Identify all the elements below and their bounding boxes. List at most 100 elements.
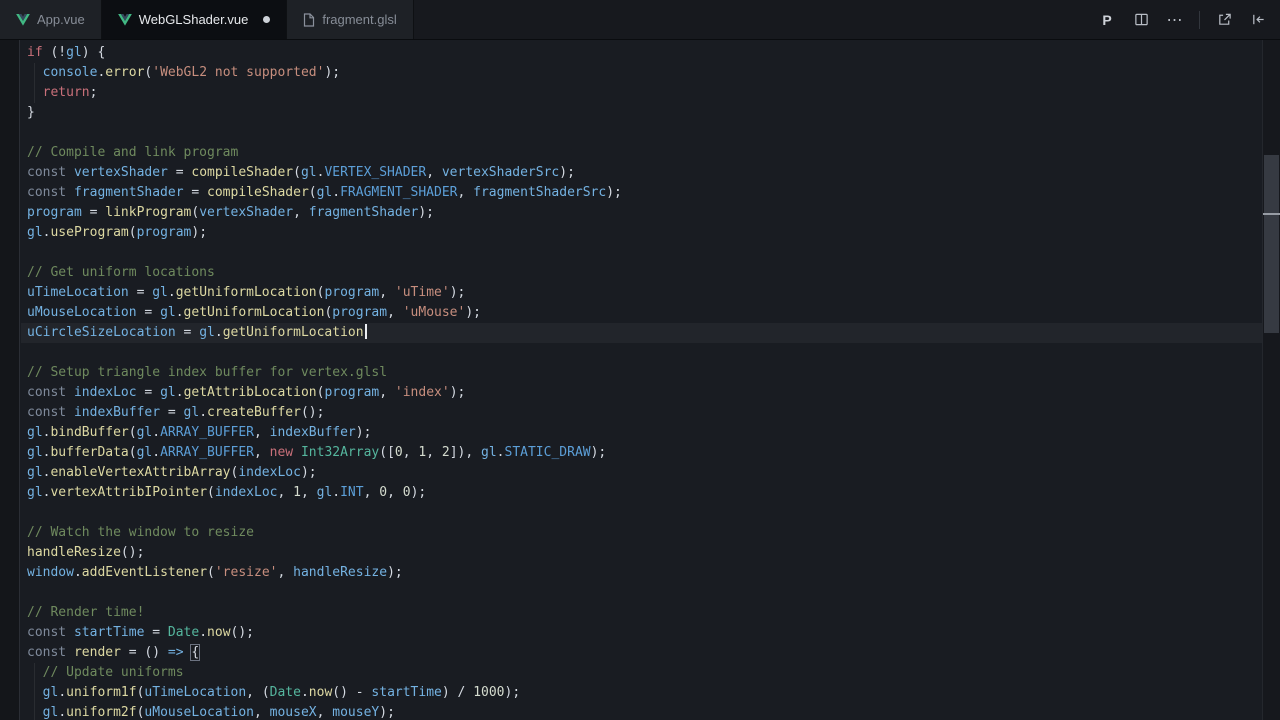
code-line[interactable]: const render = () => { <box>21 643 1262 663</box>
code-line[interactable]: program = linkProgram(vertexShader, frag… <box>21 203 1262 223</box>
vue-logo-icon <box>16 13 30 26</box>
code-token: createBuffer <box>207 405 301 420</box>
code-line[interactable]: console.error('WebGL2 not supported'); <box>21 63 1262 83</box>
code-token: enableVertexAttribArray <box>50 465 231 480</box>
code-line[interactable]: handleResize(); <box>21 543 1262 563</box>
code-token: program <box>332 305 388 320</box>
code-line[interactable]: // Setup triangle index buffer for verte… <box>21 363 1262 383</box>
code-line[interactable]: gl.vertexAttribIPointer(indexLoc, 1, gl.… <box>21 483 1262 503</box>
code-token: now <box>207 625 231 640</box>
code-line[interactable]: // Update uniforms <box>21 663 1262 683</box>
code-line[interactable]: // Render time! <box>21 603 1262 623</box>
code-token: bufferData <box>50 445 129 460</box>
code-token: compileShader <box>207 185 309 200</box>
code-token: uCircleSizeLocation <box>27 325 176 340</box>
code-line[interactable]: // Get uniform locations <box>21 263 1262 283</box>
code-line[interactable]: const fragmentShader = compileShader(gl.… <box>21 183 1262 203</box>
code-token: , <box>363 485 380 500</box>
more-actions-icon[interactable]: ⋯ <box>1163 8 1187 32</box>
code-token: ); <box>324 65 341 80</box>
prettier-icon[interactable]: P <box>1095 8 1119 32</box>
code-token: . <box>73 565 82 580</box>
tab-webglshader-vue[interactable]: WebGLShader.vue <box>101 0 288 39</box>
code-line[interactable]: const indexBuffer = gl.createBuffer(); <box>21 403 1262 423</box>
code-line[interactable]: gl.uniform2f(uMouseLocation, mouseX, mou… <box>21 703 1262 720</box>
code-line[interactable]: if (!gl) { <box>21 43 1262 63</box>
code-token: vertexShader <box>199 205 294 220</box>
code-token: console <box>42 65 98 80</box>
code-token: if <box>27 45 43 60</box>
code-token: getUniformLocation <box>183 305 325 320</box>
code-line[interactable] <box>21 123 1262 143</box>
code-line[interactable]: gl.bindBuffer(gl.ARRAY_BUFFER, indexBuff… <box>21 423 1262 443</box>
code-line[interactable]: gl.useProgram(program); <box>21 223 1262 243</box>
code-line[interactable] <box>21 583 1262 603</box>
code-token: handleResize <box>27 545 121 560</box>
code-line[interactable]: uCircleSizeLocation = gl.getUniformLocat… <box>21 323 1262 343</box>
code-token: uTimeLocation <box>144 685 247 700</box>
code-token: gl <box>66 45 82 60</box>
code-line[interactable] <box>21 343 1262 363</box>
code-line[interactable]: uMouseLocation = gl.getUniformLocation(p… <box>21 303 1262 323</box>
code-token: ( <box>128 445 137 460</box>
code-line[interactable]: window.addEventListener('resize', handle… <box>21 563 1262 583</box>
code-token: , <box>254 425 270 440</box>
code-token: , <box>387 485 403 500</box>
code-token: ); <box>355 425 372 440</box>
code-token: . <box>332 185 341 200</box>
code-token: 1000 <box>473 685 505 700</box>
code-token: , <box>277 485 294 500</box>
code-token: 'resize' <box>214 565 278 580</box>
code-token: (); <box>300 405 325 420</box>
code-token: , <box>402 445 419 460</box>
code-line[interactable]: // Watch the window to resize <box>21 523 1262 543</box>
code-line[interactable]: uTimeLocation = gl.getUniformLocation(pr… <box>21 283 1262 303</box>
code-token: . <box>199 405 208 420</box>
code-area[interactable]: gl = canvas.getContext('webgl2');if (!gl… <box>21 40 1262 720</box>
code-token: // Get uniform locations <box>27 265 215 280</box>
code-line[interactable] <box>21 503 1262 523</box>
code-token: linkProgram <box>105 205 192 220</box>
collapse-left-icon[interactable] <box>1246 8 1270 32</box>
code-line[interactable]: gl.uniform1f(uTimeLocation, (Date.now() … <box>21 683 1262 703</box>
code-token: ); <box>504 685 521 700</box>
open-external-icon[interactable] <box>1212 8 1236 32</box>
split-pane-icon[interactable] <box>1129 8 1153 32</box>
scrollbar-thumb[interactable] <box>1264 155 1279 333</box>
code-token: . <box>58 705 67 720</box>
code-token: ); <box>300 465 317 480</box>
code-line[interactable]: // Compile and link program <box>21 143 1262 163</box>
code-token: // Update uniforms <box>42 665 184 680</box>
code-line[interactable]: const indexLoc = gl.getAttribLocation(pr… <box>21 383 1262 403</box>
tab-bar-empty-space <box>414 0 1089 39</box>
tab-fragment-glsl[interactable]: fragment.glsl <box>287 0 414 39</box>
actions-divider <box>1199 10 1200 29</box>
code-line[interactable]: gl.bufferData(gl.ARRAY_BUFFER, new Int32… <box>21 443 1262 463</box>
code-token: const <box>27 405 74 420</box>
code-line[interactable] <box>21 243 1262 263</box>
code-token: ); <box>449 285 466 300</box>
code-token: gl <box>183 405 200 420</box>
code-token: , <box>254 445 270 460</box>
code-token: vertexAttribIPointer <box>50 485 208 500</box>
code-line[interactable]: const vertexShader = compileShader(gl.VE… <box>21 163 1262 183</box>
code-token: = <box>144 625 168 640</box>
code-token: 'WebGL2 not supported' <box>152 65 325 80</box>
code-token: , <box>426 445 442 460</box>
code-token: fragmentShader <box>308 205 419 220</box>
code-line[interactable]: return; <box>21 83 1262 103</box>
code-line[interactable]: } <box>21 103 1262 123</box>
code-token: FRAGMENT_SHADER <box>340 185 458 200</box>
code-token: = () <box>120 645 168 660</box>
code-token: vertexShaderSrc <box>441 165 560 180</box>
scrollbar-track[interactable] <box>1262 40 1280 720</box>
code-token: ( <box>293 165 301 180</box>
code-token: gl <box>27 465 43 480</box>
code-token: mouseY <box>332 705 380 720</box>
code-line[interactable]: const startTime = Date.now(); <box>21 623 1262 643</box>
code-token: gl <box>27 445 43 460</box>
tab-app-vue[interactable]: App.vue <box>0 0 102 39</box>
code-token: gl <box>199 325 215 340</box>
code-line[interactable]: gl.enableVertexAttribArray(indexLoc); <box>21 463 1262 483</box>
